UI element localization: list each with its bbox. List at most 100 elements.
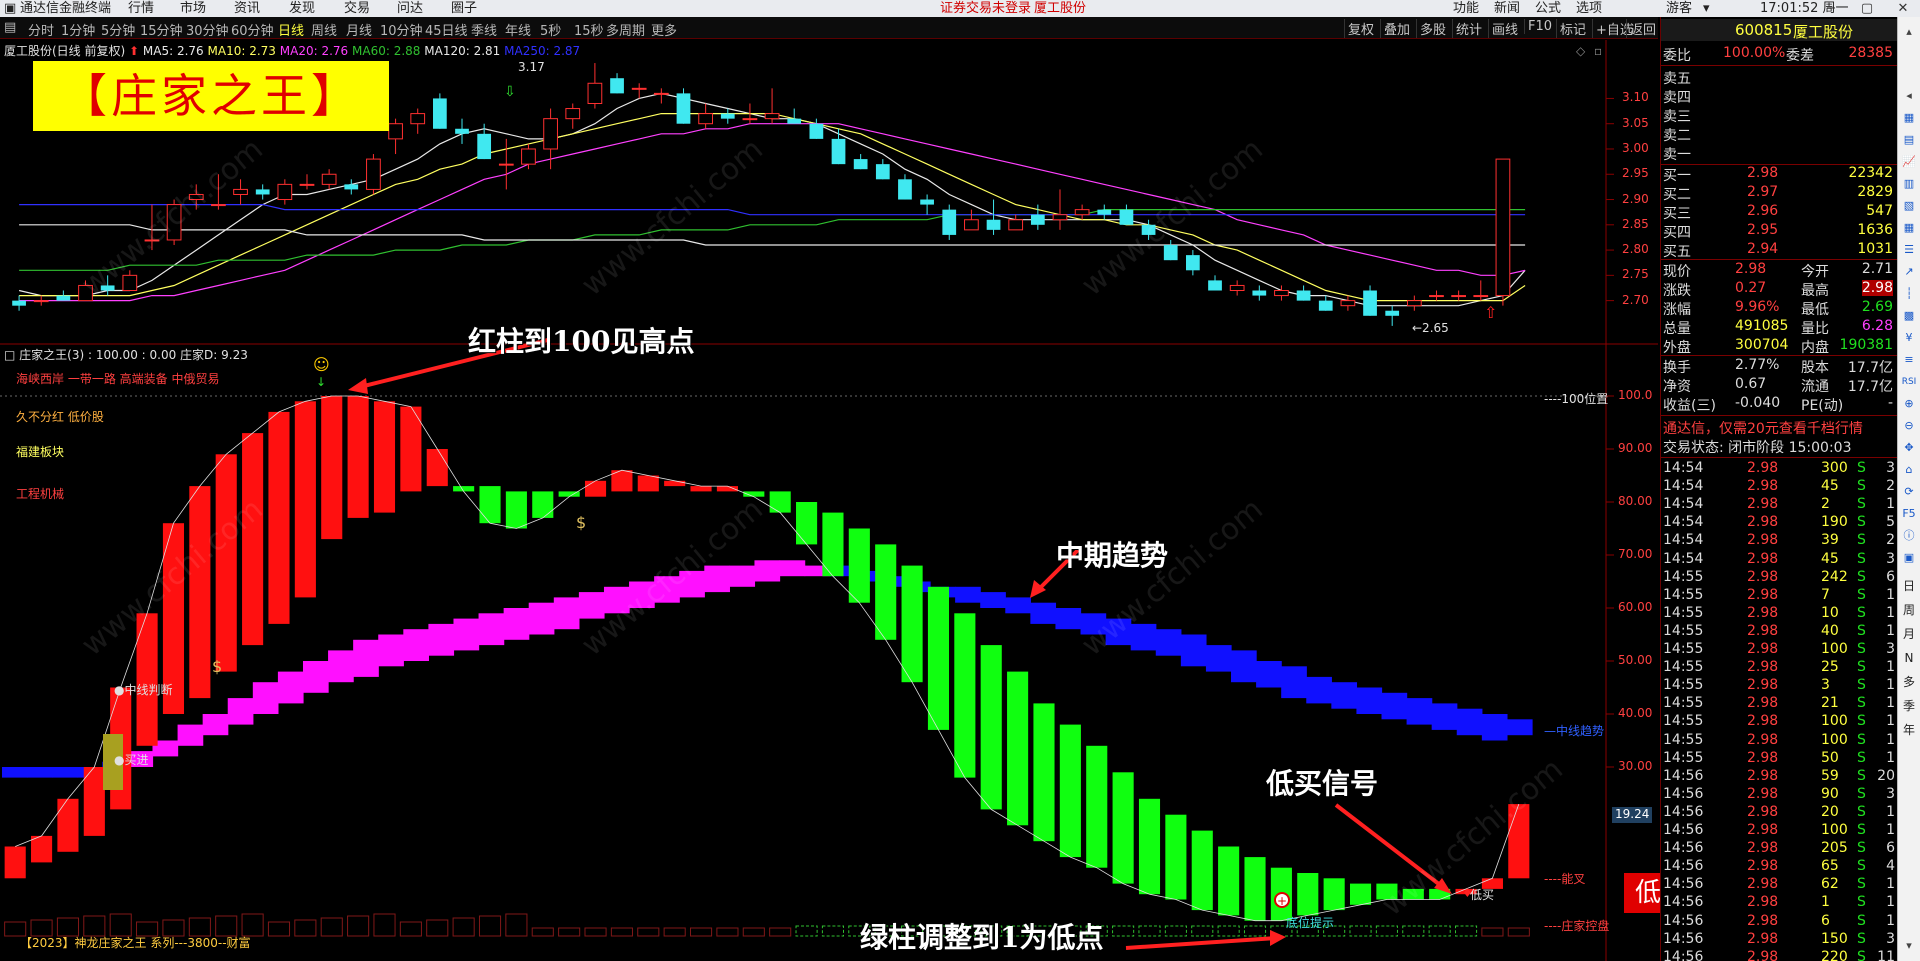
period-n-button[interactable]: N	[1900, 649, 1918, 667]
period-weekly[interactable]: 周线	[311, 20, 337, 39]
menu-ask[interactable]: 问达	[397, 0, 423, 17]
tick-side: S	[1857, 659, 1866, 676]
control-bar	[320, 917, 343, 937]
tick-row: 14:56 2.98 220 S 11	[1661, 949, 1897, 961]
period-year-button[interactable]: 年	[1900, 721, 1918, 739]
layout-icon[interactable]: ▣	[1900, 549, 1918, 567]
promo-text[interactable]: 通达信，仅需20元查看千档行情	[1663, 418, 1863, 438]
tool-draw[interactable]: 画线	[1488, 19, 1521, 38]
menu-circle[interactable]: 圈子	[451, 0, 477, 17]
candle-body	[233, 188, 248, 195]
stat2-value: -0.040	[1735, 395, 1781, 411]
period-month-button[interactable]: 月	[1900, 625, 1918, 643]
toolbar-toggle-icon[interactable]: ▤	[4, 20, 16, 35]
tick-time: 14:55	[1663, 731, 1704, 748]
menu-quotes[interactable]: 行情	[128, 0, 154, 17]
period-45day[interactable]: 45日线	[425, 20, 468, 39]
kline-icon[interactable]: ┆	[1900, 285, 1918, 303]
bar-chart-icon[interactable]: ▧	[1900, 197, 1918, 215]
period-more[interactable]: 更多	[651, 20, 677, 39]
period-day-button[interactable]: 日	[1900, 577, 1918, 595]
tool-f10[interactable]: F10	[1524, 19, 1555, 34]
home-icon[interactable]: ⌂	[1900, 461, 1918, 479]
menu-latest-news[interactable]: 新闻	[1494, 0, 1520, 17]
tick-count: 3	[1886, 460, 1895, 476]
candle-body	[1119, 209, 1134, 225]
minimize-icon[interactable]: −	[1818, 0, 1844, 17]
period-60min[interactable]: 60分钟	[231, 20, 274, 39]
close-icon[interactable]: ✕	[1890, 0, 1916, 17]
menu-market[interactable]: 市场	[180, 0, 206, 17]
maximize-icon[interactable]: ▢	[1854, 0, 1880, 17]
list-icon[interactable]: ☰	[1900, 241, 1918, 259]
menu-functions[interactable]: 功能	[1453, 0, 1479, 17]
menu-trade[interactable]: 交易	[344, 0, 370, 17]
tool-restore-rights[interactable]: 复权	[1344, 19, 1377, 38]
tool-overlay[interactable]: 叠加	[1380, 19, 1413, 38]
panel-box-icon[interactable]: ▫	[1594, 44, 1602, 58]
menu-options[interactable]: 选项	[1576, 0, 1602, 17]
period-year[interactable]: 年线	[505, 20, 531, 39]
candle	[831, 128, 846, 165]
app-title: 通达信金融终端	[20, 1, 112, 16]
period-5min[interactable]: 5分钟	[101, 20, 135, 39]
scroll-up-icon[interactable]: ▴	[1900, 23, 1918, 41]
user-name[interactable]: 游客	[1666, 0, 1692, 17]
collapse-icon[interactable]: ◂	[1900, 87, 1918, 105]
period-quarter-button[interactable]: 季	[1900, 697, 1918, 715]
period-multi[interactable]: 多周期	[606, 20, 645, 39]
indicator-collapse-icon[interactable]: □	[4, 348, 15, 362]
scroll-down-icon[interactable]: ▾	[1900, 937, 1918, 955]
trend-band-segment	[603, 586, 630, 614]
tick-time: 14:55	[1663, 677, 1704, 694]
separator	[1661, 355, 1897, 356]
candle-body	[1052, 214, 1068, 221]
refresh-icon[interactable]: ⟳	[1900, 483, 1918, 501]
trend-band-segment	[1306, 676, 1332, 704]
tool-mark[interactable]: 标记	[1556, 19, 1589, 38]
menu-discover[interactable]: 发现	[289, 0, 315, 17]
period-5sec[interactable]: 5秒	[540, 20, 561, 39]
period-toolbar: ▤ 分时 1分钟 5分钟 15分钟 30分钟 60分钟 日线 周线 月线 10分…	[0, 17, 1658, 39]
candle	[653, 88, 669, 104]
period-intraday[interactable]: 分时	[28, 20, 54, 39]
tool-multi-stock[interactable]: 多股	[1416, 19, 1449, 38]
toolbar-icon-1[interactable]: ▦	[1900, 109, 1918, 127]
zoom-in-icon[interactable]: ⊕	[1900, 395, 1918, 413]
period-week-button[interactable]: 周	[1900, 601, 1918, 619]
toolbar-icon-2[interactable]: ▤	[1900, 131, 1918, 149]
zoom-out-icon[interactable]: ⊖	[1900, 417, 1918, 435]
candle-icon[interactable]: ▥	[1900, 175, 1918, 193]
candle-body	[78, 284, 93, 302]
grid-icon[interactable]: ▦	[1900, 219, 1918, 237]
trend-band-segment	[328, 650, 354, 683]
rsi-icon[interactable]: RSI	[1900, 373, 1918, 391]
period-15sec[interactable]: 15秒	[574, 20, 604, 39]
period-15min[interactable]: 15分钟	[140, 20, 183, 39]
menu-formula[interactable]: 公式	[1535, 0, 1561, 17]
period-30min[interactable]: 30分钟	[186, 20, 229, 39]
period-multi-button[interactable]: 多	[1900, 673, 1918, 691]
move-icon[interactable]: ✥	[1900, 439, 1918, 457]
trend-band-segment	[654, 576, 680, 603]
diamond-icon[interactable]: ◇	[1576, 44, 1585, 58]
tool-back[interactable]: 返回	[1626, 19, 1659, 38]
rank-icon[interactable]: ≡	[1900, 351, 1918, 369]
cash-icon[interactable]: ¥	[1900, 329, 1918, 347]
period-10min[interactable]: 10分钟	[380, 20, 423, 39]
multi-icon[interactable]: ▩	[1900, 307, 1918, 325]
period-monthly[interactable]: 月线	[346, 20, 372, 39]
user-icon[interactable]: ▾	[1703, 0, 1710, 17]
menu-news[interactable]: 资讯	[234, 0, 260, 17]
f5-icon[interactable]: F5	[1900, 505, 1918, 523]
login-status[interactable]: 证券交易未登录	[940, 0, 1031, 17]
tool-statistics[interactable]: 统计	[1452, 19, 1485, 38]
chart-area[interactable]: ⇩ ⇧ ☺ ↓ $ $ + ♦	[0, 40, 1658, 961]
trend-icon[interactable]: ↗	[1900, 263, 1918, 281]
period-daily[interactable]: 日线	[278, 20, 304, 39]
promo-row[interactable]: 通达信，仅需20元查看千档行情	[1661, 418, 1897, 437]
period-quarter[interactable]: 季线	[471, 20, 497, 39]
chart-icon[interactable]: 📈	[1900, 153, 1918, 171]
info-icon[interactable]: ⓘ	[1900, 527, 1918, 545]
period-1min[interactable]: 1分钟	[61, 20, 95, 39]
